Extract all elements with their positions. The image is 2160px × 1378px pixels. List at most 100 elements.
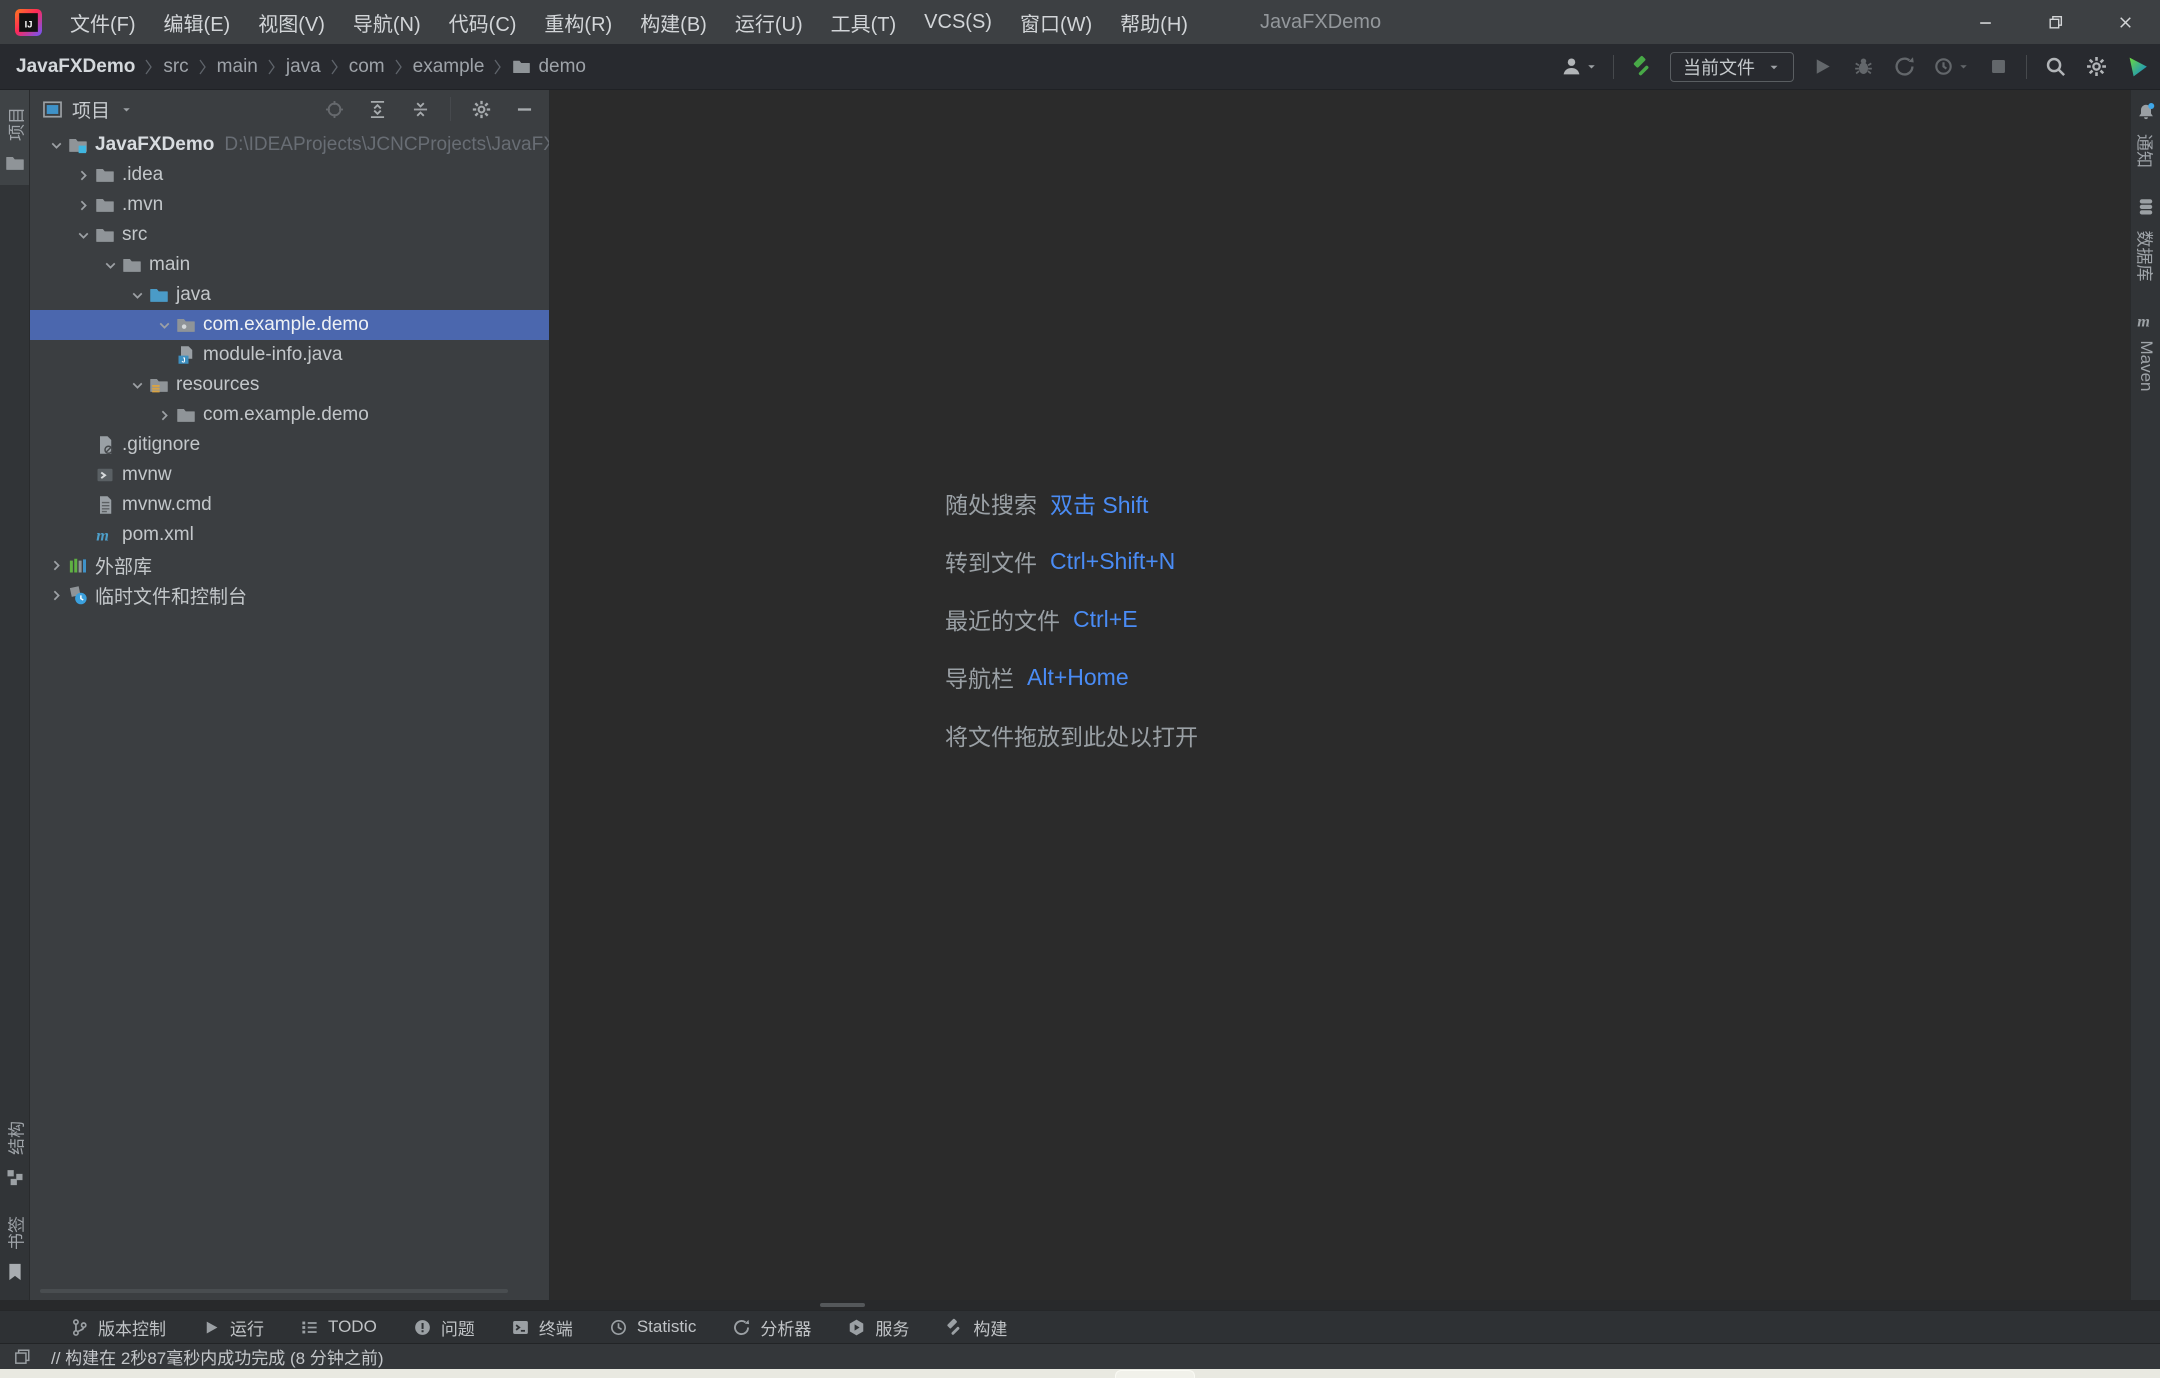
tree-row[interactable]: mvnw.cmd <box>30 490 549 520</box>
menu-item-4[interactable]: 导航(N) <box>339 0 435 44</box>
tree-row[interactable]: 临时文件和控制台 <box>30 580 549 610</box>
hide-panel-button[interactable] <box>511 96 537 122</box>
hint-shortcut-link[interactable]: Alt+Home <box>1027 664 1129 691</box>
main-area: 项目 结构书签 项目 <box>0 90 2160 1300</box>
breadcrumb-item[interactable]: java <box>286 56 321 78</box>
debug-button[interactable] <box>1850 54 1876 80</box>
rerun-with-coverage-button[interactable] <box>1932 55 1970 78</box>
locate-file-button[interactable] <box>321 96 347 122</box>
stop-button[interactable] <box>1985 54 2011 80</box>
restore-button[interactable] <box>2020 0 2090 44</box>
tool-window-button-build[interactable]: 构建 <box>945 1315 1007 1340</box>
tree-row[interactable]: .idea <box>30 160 549 190</box>
chevron-right-icon[interactable] <box>71 165 95 185</box>
tree-row[interactable]: com.example.demo <box>30 400 549 430</box>
breadcrumb-item[interactable]: com <box>349 56 385 78</box>
menu-item-6[interactable]: 重构(R) <box>530 0 626 44</box>
settings-gear-button[interactable] <box>2083 54 2109 80</box>
tool-window-button-profiler[interactable]: 分析器 <box>732 1315 811 1340</box>
menu-item-1[interactable]: 文件(F) <box>56 0 150 44</box>
user-account-button[interactable] <box>1560 55 1598 78</box>
chevron-right-icon[interactable] <box>71 195 95 215</box>
chevron-down-icon[interactable] <box>120 103 133 116</box>
menu-item-11[interactable]: 窗口(W) <box>1006 0 1106 44</box>
chevron-down-icon[interactable] <box>44 135 68 155</box>
tool-window-button-services[interactable]: 服务 <box>847 1315 909 1340</box>
toolbar-separator <box>1613 55 1614 79</box>
collapse-all-button[interactable] <box>407 96 433 122</box>
layout-restore-icon[interactable] <box>13 1348 31 1366</box>
tree-row[interactable]: .mvn <box>30 190 549 220</box>
chevron-right-icon[interactable] <box>44 585 68 605</box>
tool-window-button-todo[interactable]: TODO <box>300 1317 377 1337</box>
menu-item-9[interactable]: 工具(T) <box>817 0 911 44</box>
menu-item-8[interactable]: 运行(U) <box>721 0 817 44</box>
menu-item-5[interactable]: 代码(C) <box>435 0 531 44</box>
tree-row[interactable]: src <box>30 220 549 250</box>
horizontal-scrollbar-thumb[interactable] <box>820 1303 865 1307</box>
minimize-button[interactable] <box>1950 0 2020 44</box>
profiler-button[interactable] <box>1891 54 1917 80</box>
menu-item-7[interactable]: 构建(B) <box>626 0 721 44</box>
editor-bottom-edge <box>0 1300 2160 1310</box>
breadcrumb-item[interactable]: example <box>413 56 485 78</box>
expand-all-button[interactable] <box>364 96 390 122</box>
project-path: D:\IDEAProjects\JCNCProjects\JavaFXD <box>224 134 549 156</box>
tool-window-button-notifications[interactable]: 通知 <box>2131 90 2160 185</box>
folder-icon <box>95 225 115 245</box>
tool-window-button-version-control[interactable]: 版本控制 <box>70 1315 166 1340</box>
run-configuration-selector[interactable]: 当前文件 <box>1670 52 1794 82</box>
tool-window-button-structure[interactable]: 结构 <box>0 1104 29 1199</box>
code-with-me-icon[interactable] <box>2124 54 2150 80</box>
breadcrumb-label: JavaFXDemo <box>16 56 135 78</box>
tree-item-label: .gitignore <box>122 434 200 456</box>
menu-item-2[interactable]: 编辑(E) <box>150 0 245 44</box>
search-everywhere-button[interactable] <box>2042 54 2068 80</box>
chevron-down-icon[interactable] <box>71 225 95 245</box>
tree-item-label: java <box>176 284 211 306</box>
editor-area[interactable]: 随处搜索双击 Shift转到文件Ctrl+Shift+N最近的文件Ctrl+E导… <box>550 90 2130 1300</box>
chevron-down-icon[interactable] <box>125 375 149 395</box>
breadcrumb-item[interactable]: main <box>217 56 258 78</box>
tool-window-button-terminal[interactable]: 终端 <box>511 1315 573 1340</box>
chevron-down-icon[interactable] <box>125 285 149 305</box>
tree-row[interactable]: Jmodule-info.java <box>30 340 549 370</box>
menu-item-10[interactable]: VCS(S) <box>910 0 1006 44</box>
chevron-down-icon[interactable] <box>152 315 176 335</box>
breadcrumb-item[interactable]: demo <box>512 56 586 78</box>
tree-row[interactable]: JavaFXDemoD:\IDEAProjects\JCNCProjects\J… <box>30 130 549 160</box>
hint-shortcut-link[interactable]: Ctrl+Shift+N <box>1050 548 1175 575</box>
tree-row[interactable]: 外部库 <box>30 550 549 580</box>
chevron-right-icon[interactable] <box>44 555 68 575</box>
tree-row[interactable]: mpom.xml <box>30 520 549 550</box>
tree-row[interactable]: com.example.demo <box>30 310 549 340</box>
menu-item-3[interactable]: 视图(V) <box>244 0 339 44</box>
tree-row[interactable]: main <box>30 250 549 280</box>
tool-window-button-statistic[interactable]: Statistic <box>609 1317 697 1337</box>
breadcrumb-item[interactable]: src <box>163 56 188 78</box>
chevron-right-icon[interactable] <box>152 405 176 425</box>
tool-window-button-database[interactable]: 数据库 <box>2131 185 2160 299</box>
hint-shortcut-link[interactable]: 双击 Shift <box>1050 486 1148 520</box>
breadcrumb-separator-icon <box>197 57 209 77</box>
build-hammer-button[interactable] <box>1629 54 1655 80</box>
panel-settings-gear-button[interactable] <box>468 96 494 122</box>
menu-item-12[interactable]: 帮助(H) <box>1106 0 1202 44</box>
tool-window-button-project[interactable]: 项目 <box>0 90 29 185</box>
folder-icon <box>95 165 115 185</box>
close-button[interactable] <box>2090 0 2160 44</box>
hint-shortcut-link[interactable]: Ctrl+E <box>1073 606 1138 633</box>
chevron-down-icon[interactable] <box>98 255 122 275</box>
breadcrumb-item[interactable]: JavaFXDemo <box>16 56 135 78</box>
breadcrumb-separator-icon <box>393 57 405 77</box>
tree-row[interactable]: java <box>30 280 549 310</box>
tool-window-button-bookmarks[interactable]: 书签 <box>0 1199 29 1294</box>
horizontal-scrollbar[interactable] <box>40 1289 508 1293</box>
tree-row[interactable]: resources <box>30 370 549 400</box>
run-button[interactable] <box>1809 54 1835 80</box>
tool-window-button-run[interactable]: 运行 <box>202 1315 264 1340</box>
tree-row[interactable]: .gitignore <box>30 430 549 460</box>
tool-window-button-problems[interactable]: 问题 <box>413 1315 475 1340</box>
tool-window-button-maven[interactable]: mMaven <box>2131 299 2160 406</box>
tree-row[interactable]: mvnw <box>30 460 549 490</box>
